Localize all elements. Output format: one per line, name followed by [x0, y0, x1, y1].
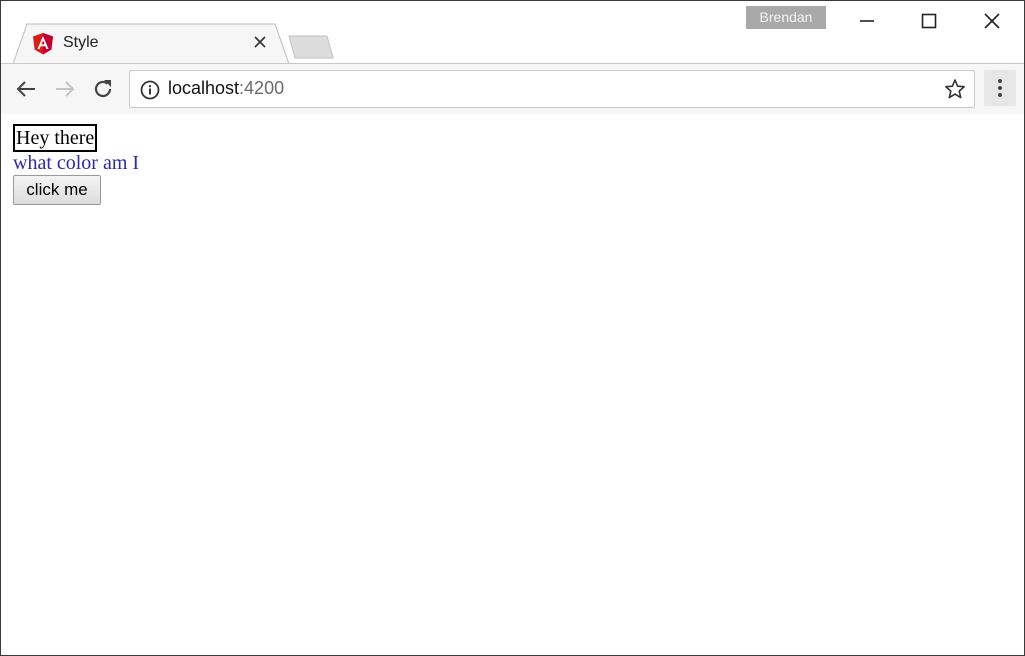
forward-arrow-icon[interactable]: [53, 77, 77, 101]
click-me-button[interactable]: click me: [13, 175, 101, 205]
browser-toolbar: localhost:4200: [1, 63, 1024, 115]
maximize-button[interactable]: [909, 7, 949, 35]
menu-dot: [998, 86, 1002, 90]
close-icon: [984, 13, 1000, 29]
address-bar[interactable]: localhost:4200: [129, 70, 975, 108]
tab-title: Style: [63, 34, 99, 51]
menu-dot: [998, 79, 1002, 83]
url-port: :4200: [239, 78, 285, 98]
close-window-button[interactable]: [972, 7, 1012, 35]
bookmark-star-icon[interactable]: [944, 78, 966, 100]
tab-close-icon[interactable]: [253, 35, 267, 49]
page-content: Hey there what color am I click me: [1, 114, 1024, 655]
back-arrow-icon[interactable]: [14, 77, 38, 101]
info-icon[interactable]: [140, 80, 160, 100]
maximize-icon: [921, 13, 937, 29]
greeting-text: Hey there: [13, 124, 98, 152]
browser-window: Style Brendan localhost:4200 Hey there w…: [0, 0, 1025, 656]
minimize-icon: [860, 20, 874, 22]
url-host: localhost: [168, 78, 240, 98]
color-question-text: what color am I: [13, 152, 140, 174]
profile-badge[interactable]: Brendan: [746, 6, 826, 29]
reload-icon[interactable]: [91, 77, 115, 101]
url-text: localhost:4200: [168, 78, 284, 99]
tab-shape: [13, 23, 289, 65]
new-tab-button[interactable]: [287, 35, 335, 59]
angular-logo-icon: [33, 33, 53, 55]
browser-menu-button[interactable]: [984, 70, 1016, 106]
title-bar: Style Brendan: [1, 1, 1024, 65]
tab-style[interactable]: Style: [13, 23, 289, 65]
menu-dot: [998, 93, 1002, 97]
minimize-button[interactable]: [847, 7, 887, 35]
